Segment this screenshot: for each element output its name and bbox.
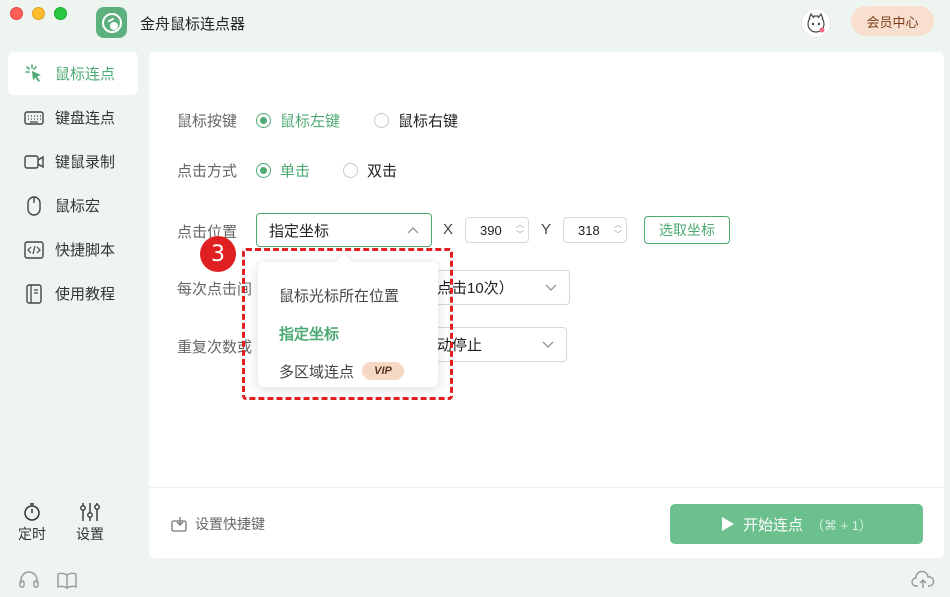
sidebar-item-script[interactable]: 快捷脚本 — [8, 228, 138, 271]
sidebar-item-record[interactable]: 键鼠录制 — [8, 140, 138, 183]
select-value: 指定坐标 — [269, 222, 330, 240]
step-up-icon[interactable]: ︿ — [516, 220, 524, 229]
step-down-icon[interactable]: ﹀ — [516, 230, 524, 239]
sidebar-item-keyboard-click[interactable]: 键盘连点 — [8, 96, 138, 139]
start-shortcut-hint: （⌘ + 1） — [810, 517, 873, 533]
radio-left-button[interactable]: 鼠标左键 — [256, 110, 340, 131]
play-icon — [721, 517, 734, 531]
window-controls — [10, 7, 67, 20]
start-label: 开始连点 — [742, 516, 803, 534]
chevron-down-icon — [542, 341, 554, 348]
y-label: Y — [541, 221, 552, 238]
keyboard-icon — [23, 107, 45, 129]
divider — [149, 487, 944, 488]
shortcut-icon — [171, 517, 187, 532]
click-interval-label: 每次点击间 — [177, 281, 253, 298]
chevron-up-icon — [407, 227, 419, 234]
mouse-icon — [23, 195, 45, 217]
sidebar: 鼠标连点 键盘连点 键鼠录制 鼠标宏 快捷脚本 使用教程 — [8, 52, 138, 316]
minimize-window-button[interactable] — [32, 7, 45, 20]
start-clicking-button[interactable]: 开始连点 （⌘ + 1） — [670, 504, 923, 544]
radio-label: 鼠标左键 — [280, 113, 341, 130]
vip-center-button[interactable]: 会员中心 — [851, 6, 934, 36]
radio-right-button[interactable]: 鼠标右键 — [374, 110, 458, 131]
headset-icon[interactable] — [18, 570, 40, 590]
app-title: 金舟鼠标连点器 — [140, 16, 246, 33]
y-coordinate-input[interactable]: 318 ︿ ﹀ — [563, 217, 627, 243]
sidebar-item-label: 使用教程 — [55, 286, 116, 303]
sidebar-item-label: 鼠标宏 — [55, 198, 101, 215]
radio-dot — [343, 163, 358, 178]
timer-label: 定时 — [18, 526, 46, 542]
code-icon — [23, 239, 45, 261]
sidebar-item-label: 键盘连点 — [55, 110, 116, 127]
settings-button[interactable]: 设置 — [76, 502, 104, 544]
stepper-arrows[interactable]: ︿ ﹀ — [614, 220, 622, 239]
chevron-down-icon — [545, 284, 557, 291]
book-icon — [23, 283, 45, 305]
pick-coordinate-button[interactable]: 选取坐标 — [644, 216, 730, 244]
x-label: X — [443, 221, 454, 238]
close-window-button[interactable] — [10, 7, 23, 20]
sidebar-item-tutorial[interactable]: 使用教程 — [8, 272, 138, 315]
radio-label: 双击 — [367, 163, 398, 180]
sidebar-bottom-tools: 定时 设置 — [18, 502, 104, 544]
step-number-badge: 3 — [200, 236, 236, 272]
sidebar-item-label: 鼠标连点 — [55, 66, 116, 83]
step-down-icon[interactable]: ﹀ — [614, 230, 622, 239]
footer-icons — [18, 570, 78, 590]
settings-label: 设置 — [76, 526, 104, 542]
y-value: 318 — [578, 222, 600, 238]
highlight-dashed-box — [242, 248, 453, 400]
timer-button[interactable]: 定时 — [18, 502, 46, 544]
radio-double-click[interactable]: 双击 — [343, 160, 397, 181]
record-icon — [23, 151, 45, 173]
sidebar-item-label: 快捷脚本 — [55, 242, 116, 259]
repeat-count-label: 重复次数或 — [177, 339, 253, 356]
mouse-button-label: 鼠标按键 — [177, 113, 238, 130]
cat-avatar-icon — [807, 12, 825, 33]
x-value: 390 — [480, 222, 502, 238]
app-logo-icon — [96, 7, 127, 38]
radio-dot — [256, 163, 271, 178]
step-up-icon[interactable]: ︿ — [614, 220, 622, 229]
stopwatch-icon — [24, 503, 40, 521]
radio-single-click[interactable]: 单击 — [256, 160, 310, 181]
click-mode-label: 点击方式 — [177, 163, 238, 180]
sidebar-item-mouse-macro[interactable]: 鼠标宏 — [8, 184, 138, 227]
cursor-click-icon — [23, 63, 45, 85]
cloud-upload-icon[interactable] — [911, 570, 935, 590]
click-position-select[interactable]: 指定坐标 — [256, 213, 432, 247]
radio-dot — [374, 113, 389, 128]
shortcut-label: 设置快捷键 — [195, 516, 265, 532]
open-book-icon[interactable] — [56, 570, 78, 590]
maximize-window-button[interactable] — [54, 7, 67, 20]
x-coordinate-input[interactable]: 390 ︿ ﹀ — [465, 217, 529, 243]
radio-label: 鼠标右键 — [398, 113, 459, 130]
avatar[interactable] — [801, 8, 831, 38]
sliders-icon — [80, 503, 100, 521]
sidebar-item-label: 键鼠录制 — [55, 154, 116, 171]
stepper-arrows[interactable]: ︿ ﹀ — [516, 220, 524, 239]
set-shortcut-button[interactable]: 设置快捷键 — [171, 514, 265, 534]
sidebar-item-mouse-click[interactable]: 鼠标连点 — [8, 52, 138, 95]
radio-dot — [256, 113, 271, 128]
radio-label: 单击 — [280, 163, 311, 180]
